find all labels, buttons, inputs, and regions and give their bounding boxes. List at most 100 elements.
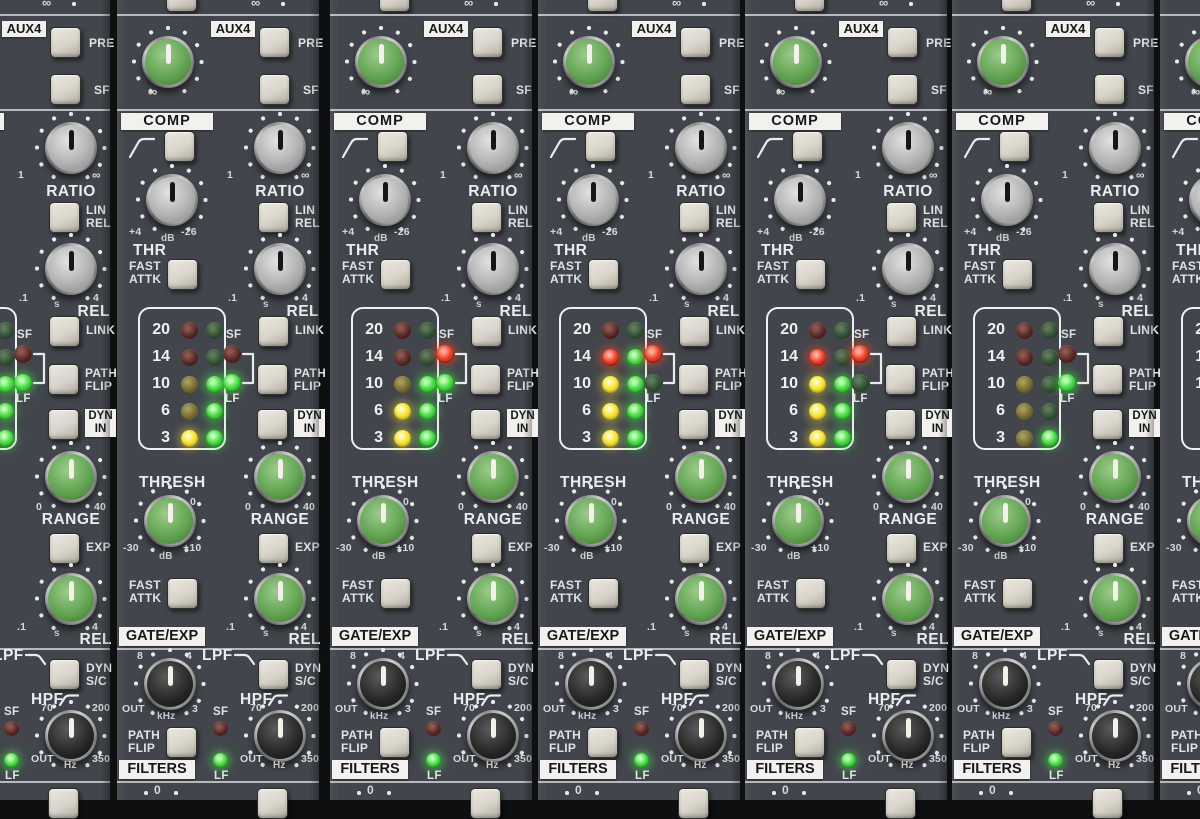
gate-exp-button[interactable]	[49, 533, 80, 564]
comp-threshold-knob[interactable]	[567, 174, 619, 226]
dyn-in-button[interactable]	[1092, 409, 1123, 440]
gate-threshold-knob[interactable]	[565, 495, 617, 547]
gate-range-knob[interactable]	[467, 451, 519, 503]
aux4-send-knob[interactable]	[977, 36, 1029, 88]
aux4-sf-button[interactable]	[259, 74, 290, 105]
lpf-knob[interactable]	[979, 658, 1031, 710]
dyn-sc-button[interactable]	[49, 659, 80, 690]
comp-threshold-knob[interactable]	[774, 174, 826, 226]
comp-release-knob[interactable]	[882, 243, 934, 295]
comp-threshold-knob[interactable]	[1189, 174, 1200, 226]
aux4-pre-button[interactable]	[1094, 27, 1125, 58]
gate-fast-attack-button[interactable]	[588, 578, 619, 609]
comp-fast-attack-button[interactable]	[1002, 259, 1033, 290]
dyn-in-button[interactable]	[257, 409, 288, 440]
dyn-sc-button[interactable]	[1093, 659, 1124, 690]
filters-path-flip-button[interactable]	[379, 727, 410, 758]
next-section-button[interactable]	[48, 788, 79, 819]
comp-knee-button[interactable]	[999, 131, 1030, 162]
comp-knee-button[interactable]	[585, 131, 616, 162]
comp-fast-attack-button[interactable]	[167, 259, 198, 290]
comp-ratio-knob[interactable]	[882, 122, 934, 174]
aux4-send-knob[interactable]	[355, 36, 407, 88]
aux3-sf-button[interactable]	[587, 0, 618, 12]
gate-fast-attack-button[interactable]	[380, 578, 411, 609]
comp-fast-attack-button[interactable]	[795, 259, 826, 290]
gate-threshold-knob[interactable]	[144, 495, 196, 547]
comp-path-flip-button[interactable]	[885, 364, 916, 395]
comp-fast-attack-button[interactable]	[380, 259, 411, 290]
aux4-pre-button[interactable]	[887, 27, 918, 58]
gate-release-knob[interactable]	[1089, 573, 1141, 625]
aux4-sf-button[interactable]	[887, 74, 918, 105]
gate-fast-attack-button[interactable]	[795, 578, 826, 609]
comp-threshold-knob[interactable]	[981, 174, 1033, 226]
gate-exp-button[interactable]	[471, 533, 502, 564]
comp-ratio-knob[interactable]	[45, 122, 97, 174]
aux3-sf-button[interactable]	[1001, 0, 1032, 12]
comp-link-button[interactable]	[1093, 316, 1124, 347]
gate-release-knob[interactable]	[882, 573, 934, 625]
filters-path-flip-button[interactable]	[1001, 727, 1032, 758]
dyn-in-button[interactable]	[48, 409, 79, 440]
gate-exp-button[interactable]	[886, 533, 917, 564]
aux4-sf-button[interactable]	[472, 74, 503, 105]
comp-lin-rel-button[interactable]	[1093, 202, 1124, 233]
dyn-sc-button[interactable]	[258, 659, 289, 690]
comp-lin-rel-button[interactable]	[258, 202, 289, 233]
dyn-in-button[interactable]	[678, 409, 709, 440]
comp-link-button[interactable]	[886, 316, 917, 347]
next-section-button[interactable]	[678, 788, 709, 819]
comp-ratio-knob[interactable]	[254, 122, 306, 174]
lpf-knob[interactable]	[1187, 658, 1200, 710]
comp-fast-attack-button[interactable]	[588, 259, 619, 290]
gate-exp-button[interactable]	[679, 533, 710, 564]
comp-link-button[interactable]	[49, 316, 80, 347]
comp-knee-button[interactable]	[792, 131, 823, 162]
comp-lin-rel-button[interactable]	[471, 202, 502, 233]
aux4-pre-button[interactable]	[472, 27, 503, 58]
gate-range-knob[interactable]	[882, 451, 934, 503]
comp-release-knob[interactable]	[467, 243, 519, 295]
gate-threshold-knob[interactable]	[1187, 495, 1200, 547]
gate-fast-attack-button[interactable]	[167, 578, 198, 609]
gate-release-knob[interactable]	[675, 573, 727, 625]
comp-link-button[interactable]	[471, 316, 502, 347]
gate-fast-attack-button[interactable]	[1002, 578, 1033, 609]
comp-path-flip-button[interactable]	[470, 364, 501, 395]
gate-threshold-knob[interactable]	[772, 495, 824, 547]
gate-exp-button[interactable]	[1093, 533, 1124, 564]
gate-release-knob[interactable]	[254, 573, 306, 625]
gate-range-knob[interactable]	[45, 451, 97, 503]
comp-release-knob[interactable]	[675, 243, 727, 295]
comp-release-knob[interactable]	[254, 243, 306, 295]
filters-path-flip-button[interactable]	[794, 727, 825, 758]
comp-path-flip-button[interactable]	[257, 364, 288, 395]
aux4-send-knob[interactable]	[770, 36, 822, 88]
aux4-sf-button[interactable]	[50, 74, 81, 105]
aux4-sf-button[interactable]	[680, 74, 711, 105]
aux3-sf-button[interactable]	[379, 0, 410, 12]
comp-path-flip-button[interactable]	[48, 364, 79, 395]
comp-path-flip-button[interactable]	[678, 364, 709, 395]
lpf-knob[interactable]	[565, 658, 617, 710]
comp-lin-rel-button[interactable]	[679, 202, 710, 233]
aux4-sf-button[interactable]	[1094, 74, 1125, 105]
comp-ratio-knob[interactable]	[467, 122, 519, 174]
comp-threshold-knob[interactable]	[146, 174, 198, 226]
comp-lin-rel-button[interactable]	[49, 202, 80, 233]
gate-exp-button[interactable]	[258, 533, 289, 564]
gate-threshold-knob[interactable]	[357, 495, 409, 547]
dyn-in-button[interactable]	[885, 409, 916, 440]
gate-range-knob[interactable]	[254, 451, 306, 503]
aux4-pre-button[interactable]	[259, 27, 290, 58]
comp-lin-rel-button[interactable]	[886, 202, 917, 233]
comp-ratio-knob[interactable]	[675, 122, 727, 174]
comp-release-knob[interactable]	[45, 243, 97, 295]
next-section-button[interactable]	[257, 788, 288, 819]
comp-release-knob[interactable]	[1089, 243, 1141, 295]
gate-range-knob[interactable]	[675, 451, 727, 503]
aux4-pre-button[interactable]	[50, 27, 81, 58]
dyn-in-button[interactable]	[470, 409, 501, 440]
aux3-sf-button[interactable]	[166, 0, 197, 12]
